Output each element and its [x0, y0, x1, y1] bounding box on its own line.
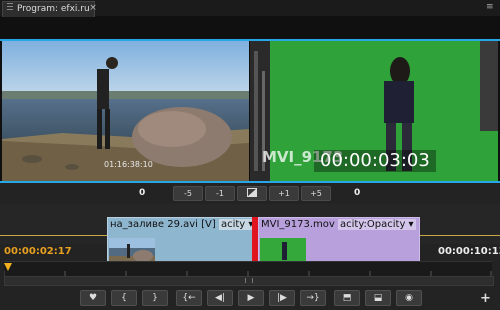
grip-icon[interactable] [7, 3, 13, 12]
clip-outgoing-name: на_заливе 29.avi [V] [110, 219, 216, 230]
clip-incoming[interactable]: MVI_9173.mov acity:Opacity ▾ [258, 217, 420, 267]
export-frame-button[interactable]: ◉ [396, 290, 422, 306]
clip-outgoing[interactable]: на_заливе 29.avi [V] acity ▾ [107, 217, 256, 267]
duration-timecode: 00:00:10:13 [438, 246, 500, 257]
button-editor-add-icon[interactable]: + [480, 291, 491, 306]
clip-incoming-name: MVI_9173.mov [261, 219, 335, 230]
trim-back-one-button[interactable]: -1 [205, 186, 235, 201]
panel-menu-icon[interactable]: ≡ [486, 2, 494, 12]
apply-default-transition-button[interactable] [237, 186, 267, 201]
go-to-in-button[interactable]: {← [176, 290, 202, 306]
trim-icon [247, 188, 257, 197]
outgoing-trim-offset: 0 [139, 188, 146, 198]
trim-outline-bottom [0, 181, 500, 183]
incoming-frame-timecode: 00:00:03:03 [314, 150, 436, 172]
time-ruler[interactable] [3, 261, 492, 277]
incoming-trim-offset: 0 [354, 188, 361, 198]
trim-back-five-button[interactable]: -5 [173, 186, 203, 201]
step-forward-button[interactable]: |▶ [269, 290, 295, 306]
trim-forward-one-button[interactable]: +1 [269, 186, 299, 201]
extract-button[interactable]: ⬓ [365, 290, 391, 306]
lift-button[interactable]: ⬒ [334, 290, 360, 306]
zoom-scroll-bar[interactable] [4, 276, 494, 286]
outgoing-frame-timecode: 01:16:38:10 [104, 160, 153, 169]
clip-incoming-effect-menu[interactable]: acity:Opacity ▾ [338, 219, 416, 230]
tab-program-monitor[interactable]: Program: efxi.ru [2, 1, 95, 17]
zoom-grip-icon[interactable] [245, 278, 253, 283]
tab-title: Program: efxi.ru [17, 4, 90, 14]
clip-outgoing-effect-menu[interactable]: acity ▾ [218, 219, 255, 230]
go-to-out-button[interactable]: →} [300, 290, 326, 306]
play-button[interactable]: ▶ [238, 290, 264, 306]
mark-out-button[interactable]: } [142, 290, 168, 306]
playhead-icon[interactable] [4, 263, 12, 271]
step-back-button[interactable]: ◀| [207, 290, 233, 306]
current-timecode[interactable]: 00:00:02:17 [4, 246, 72, 257]
trim-forward-five-button[interactable]: +5 [301, 186, 331, 201]
add-marker-button[interactable]: ♥ [80, 290, 106, 306]
mark-in-button[interactable]: { [111, 290, 137, 306]
close-icon[interactable]: × [86, 1, 100, 16]
